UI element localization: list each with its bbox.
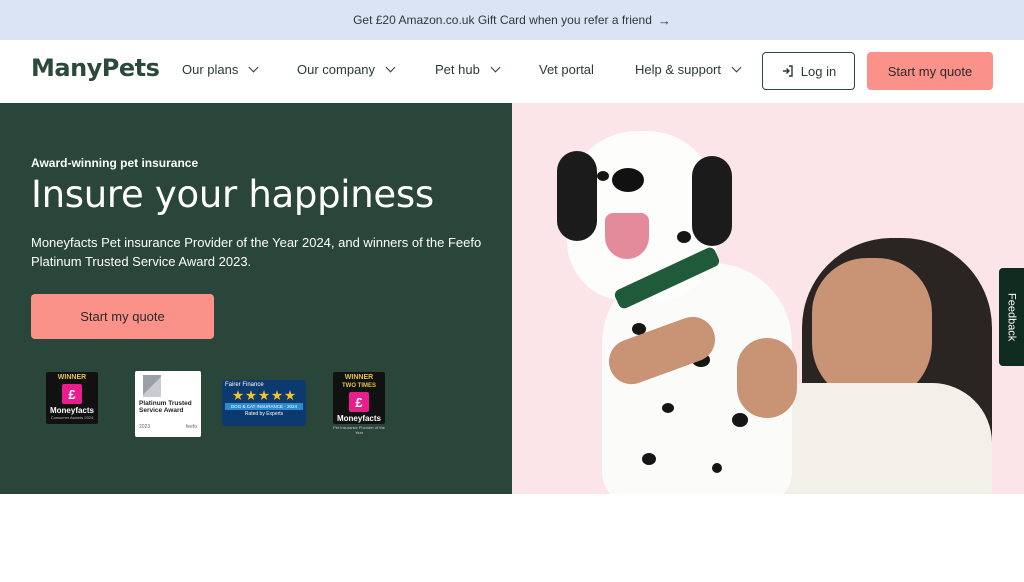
hero-eyebrow: Award-winning pet insurance [31,156,199,170]
nav-item-label: Pet hub [435,62,480,77]
nav-pet-hub[interactable]: Pet hub [435,62,501,77]
award-winner-text: WINNER [57,374,87,381]
arrow-right-icon: → [657,12,671,28]
star-icon [258,390,270,401]
award-brand: Moneyfacts [49,406,94,415]
five-star-rating [225,390,303,401]
nav-help-support[interactable]: Help & support [635,62,742,77]
award-two-times: TWO TIMES [342,383,376,389]
login-arrow-icon [782,65,793,77]
nav-vet-portal[interactable]: Vet portal [539,62,594,77]
referral-banner[interactable]: Get £20 Amazon.co.uk Gift Card when you … [0,0,1024,40]
star-icon [271,390,283,401]
award-winner-text: WINNER [344,374,374,381]
nav-item-label: Help & support [635,62,721,77]
nav-our-company[interactable]: Our company [297,62,396,77]
moneyfacts-pound-icon: £ [62,384,82,404]
hero-headline: Insure your happiness [31,173,434,216]
logo[interactable]: ManyPets [31,54,160,82]
star-icon [245,390,257,401]
moneyfacts-two-times-badge: WINNER TWO TIMES £ Moneyfacts Pet Insura… [333,372,385,435]
nav-item-label: Vet portal [539,62,594,77]
login-label: Log in [800,63,837,79]
hero-image [512,103,1024,494]
dog-nose [612,168,644,192]
star-icon [232,390,244,401]
star-icon [284,390,296,401]
feefo-year: 2023 [139,424,151,430]
dog-tongue [605,213,649,259]
banner-text[interactable]: Get £20 Amazon.co.uk Gift Card when you … [353,13,652,27]
feefo-brand: feefo [185,424,197,430]
woman-face [812,258,932,403]
nav-item-label: Our plans [182,62,239,77]
fairer-strip: DOG & CAT INSURANCE · 2024 [225,403,303,410]
feefo-trophy-icon [143,375,161,397]
award-caption: Pet Insurance Provider of the Year [333,425,385,435]
moneyfacts-pound-icon: £ [349,392,369,412]
chevron-down-icon [731,62,742,73]
nav-item-label: Our company [297,62,376,77]
feefo-award-title: Platinum Trusted Service Award [139,400,192,414]
start-quote-hero-button[interactable]: Start my quote [31,294,214,339]
moneyfacts-award-badge: WINNER £ Moneyfacts Consumer Awards 2024 [46,372,98,424]
login-button[interactable]: Log in [762,52,855,90]
chevron-down-icon [490,62,501,73]
fairer-rated: Rated by Experts [244,411,284,417]
fairer-brand: Fairer Finance [225,382,264,388]
start-quote-nav-button[interactable]: Start my quote [867,52,993,90]
feedback-label: Feedback [1005,292,1018,342]
main-nav: ManyPets Our plans Our company Pet hub V… [0,40,1024,103]
chevron-down-icon [385,62,396,73]
award-small: Consumer Awards 2024 [50,415,94,420]
hero-subcopy: Moneyfacts Pet insurance Provider of the… [31,235,482,269]
feefo-award-badge: Platinum Trusted Service Award 2023 feef… [135,371,201,437]
woman-hand-right [737,338,797,418]
hero-panel: Award-winning pet insurance Insure your … [0,103,512,494]
award-brand: Moneyfacts [336,414,381,423]
nav-our-plans[interactable]: Our plans [182,62,259,77]
fairer-finance-badge: Fairer Finance DOG & CAT INSURANCE · 202… [222,380,306,426]
chevron-down-icon [248,62,259,73]
feedback-tab[interactable]: Feedback [999,268,1024,366]
